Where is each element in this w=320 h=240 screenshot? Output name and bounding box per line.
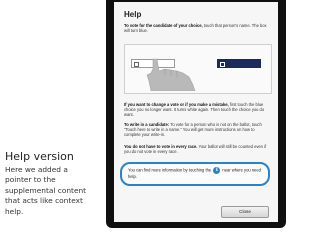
no-vote-paragraph: You do not have to vote in every race. Y… [124,144,272,154]
checkbox-icon [134,61,139,67]
choice-example [124,44,272,94]
help-screen: Help To vote for the candidate of your c… [114,2,278,222]
annotation-body: Here we added a pointer to the supplemen… [5,165,87,216]
checkbox-icon [220,61,225,67]
intro-paragraph: To vote for the candidate of your choice… [124,23,272,33]
writein-paragraph: To write in a candidate: To vote for a p… [124,122,272,138]
info-tip-text: You can find more information by touchin… [128,167,268,179]
tip-before: You can find more information by touchin… [128,167,212,173]
info-tip-highlight: You can find more information by touchin… [120,162,270,186]
example-choice-selected [217,59,261,68]
help-heading: Help [124,10,142,19]
change-paragraph: If you want to change a vote or if you m… [124,102,272,118]
pointing-hand-icon [146,58,196,91]
annotation-title: Help version [5,150,74,163]
info-icon[interactable]: i [213,167,221,174]
close-button[interactable]: Close [221,206,269,218]
